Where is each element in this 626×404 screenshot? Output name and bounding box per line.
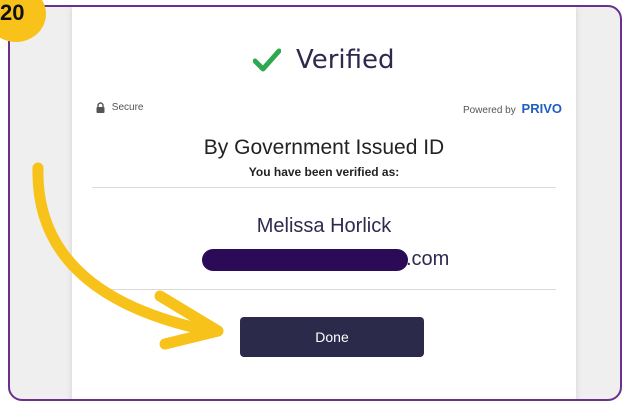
privo-logo: PRIVO	[521, 101, 562, 116]
verified-name: Melissa Horlick	[256, 215, 392, 237]
email-redaction	[202, 249, 408, 271]
screenshot-frame: Verified Secure Powered by PRIVO By Gove…	[8, 5, 622, 401]
secure-label: Secure	[111, 102, 144, 114]
email-suffix: .com	[406, 248, 450, 270]
verification-method: By Government Issued ID	[203, 136, 445, 159]
powered-by: Powered by PRIVO	[463, 101, 562, 116]
powered-by-label: Powered by	[462, 105, 516, 116]
divider	[92, 289, 556, 290]
verification-card: Verified Secure Powered by PRIVO By Gove…	[72, 7, 576, 399]
check-icon	[253, 48, 282, 72]
page-title: Verified	[295, 45, 395, 75]
divider	[92, 187, 556, 188]
verification-subtitle: You have been verified as:	[248, 165, 400, 179]
done-button[interactable]: Done	[240, 317, 424, 357]
secure-indicator: Secure	[96, 102, 143, 113]
lock-icon	[96, 102, 105, 113]
verified-header: Verified	[72, 45, 576, 75]
